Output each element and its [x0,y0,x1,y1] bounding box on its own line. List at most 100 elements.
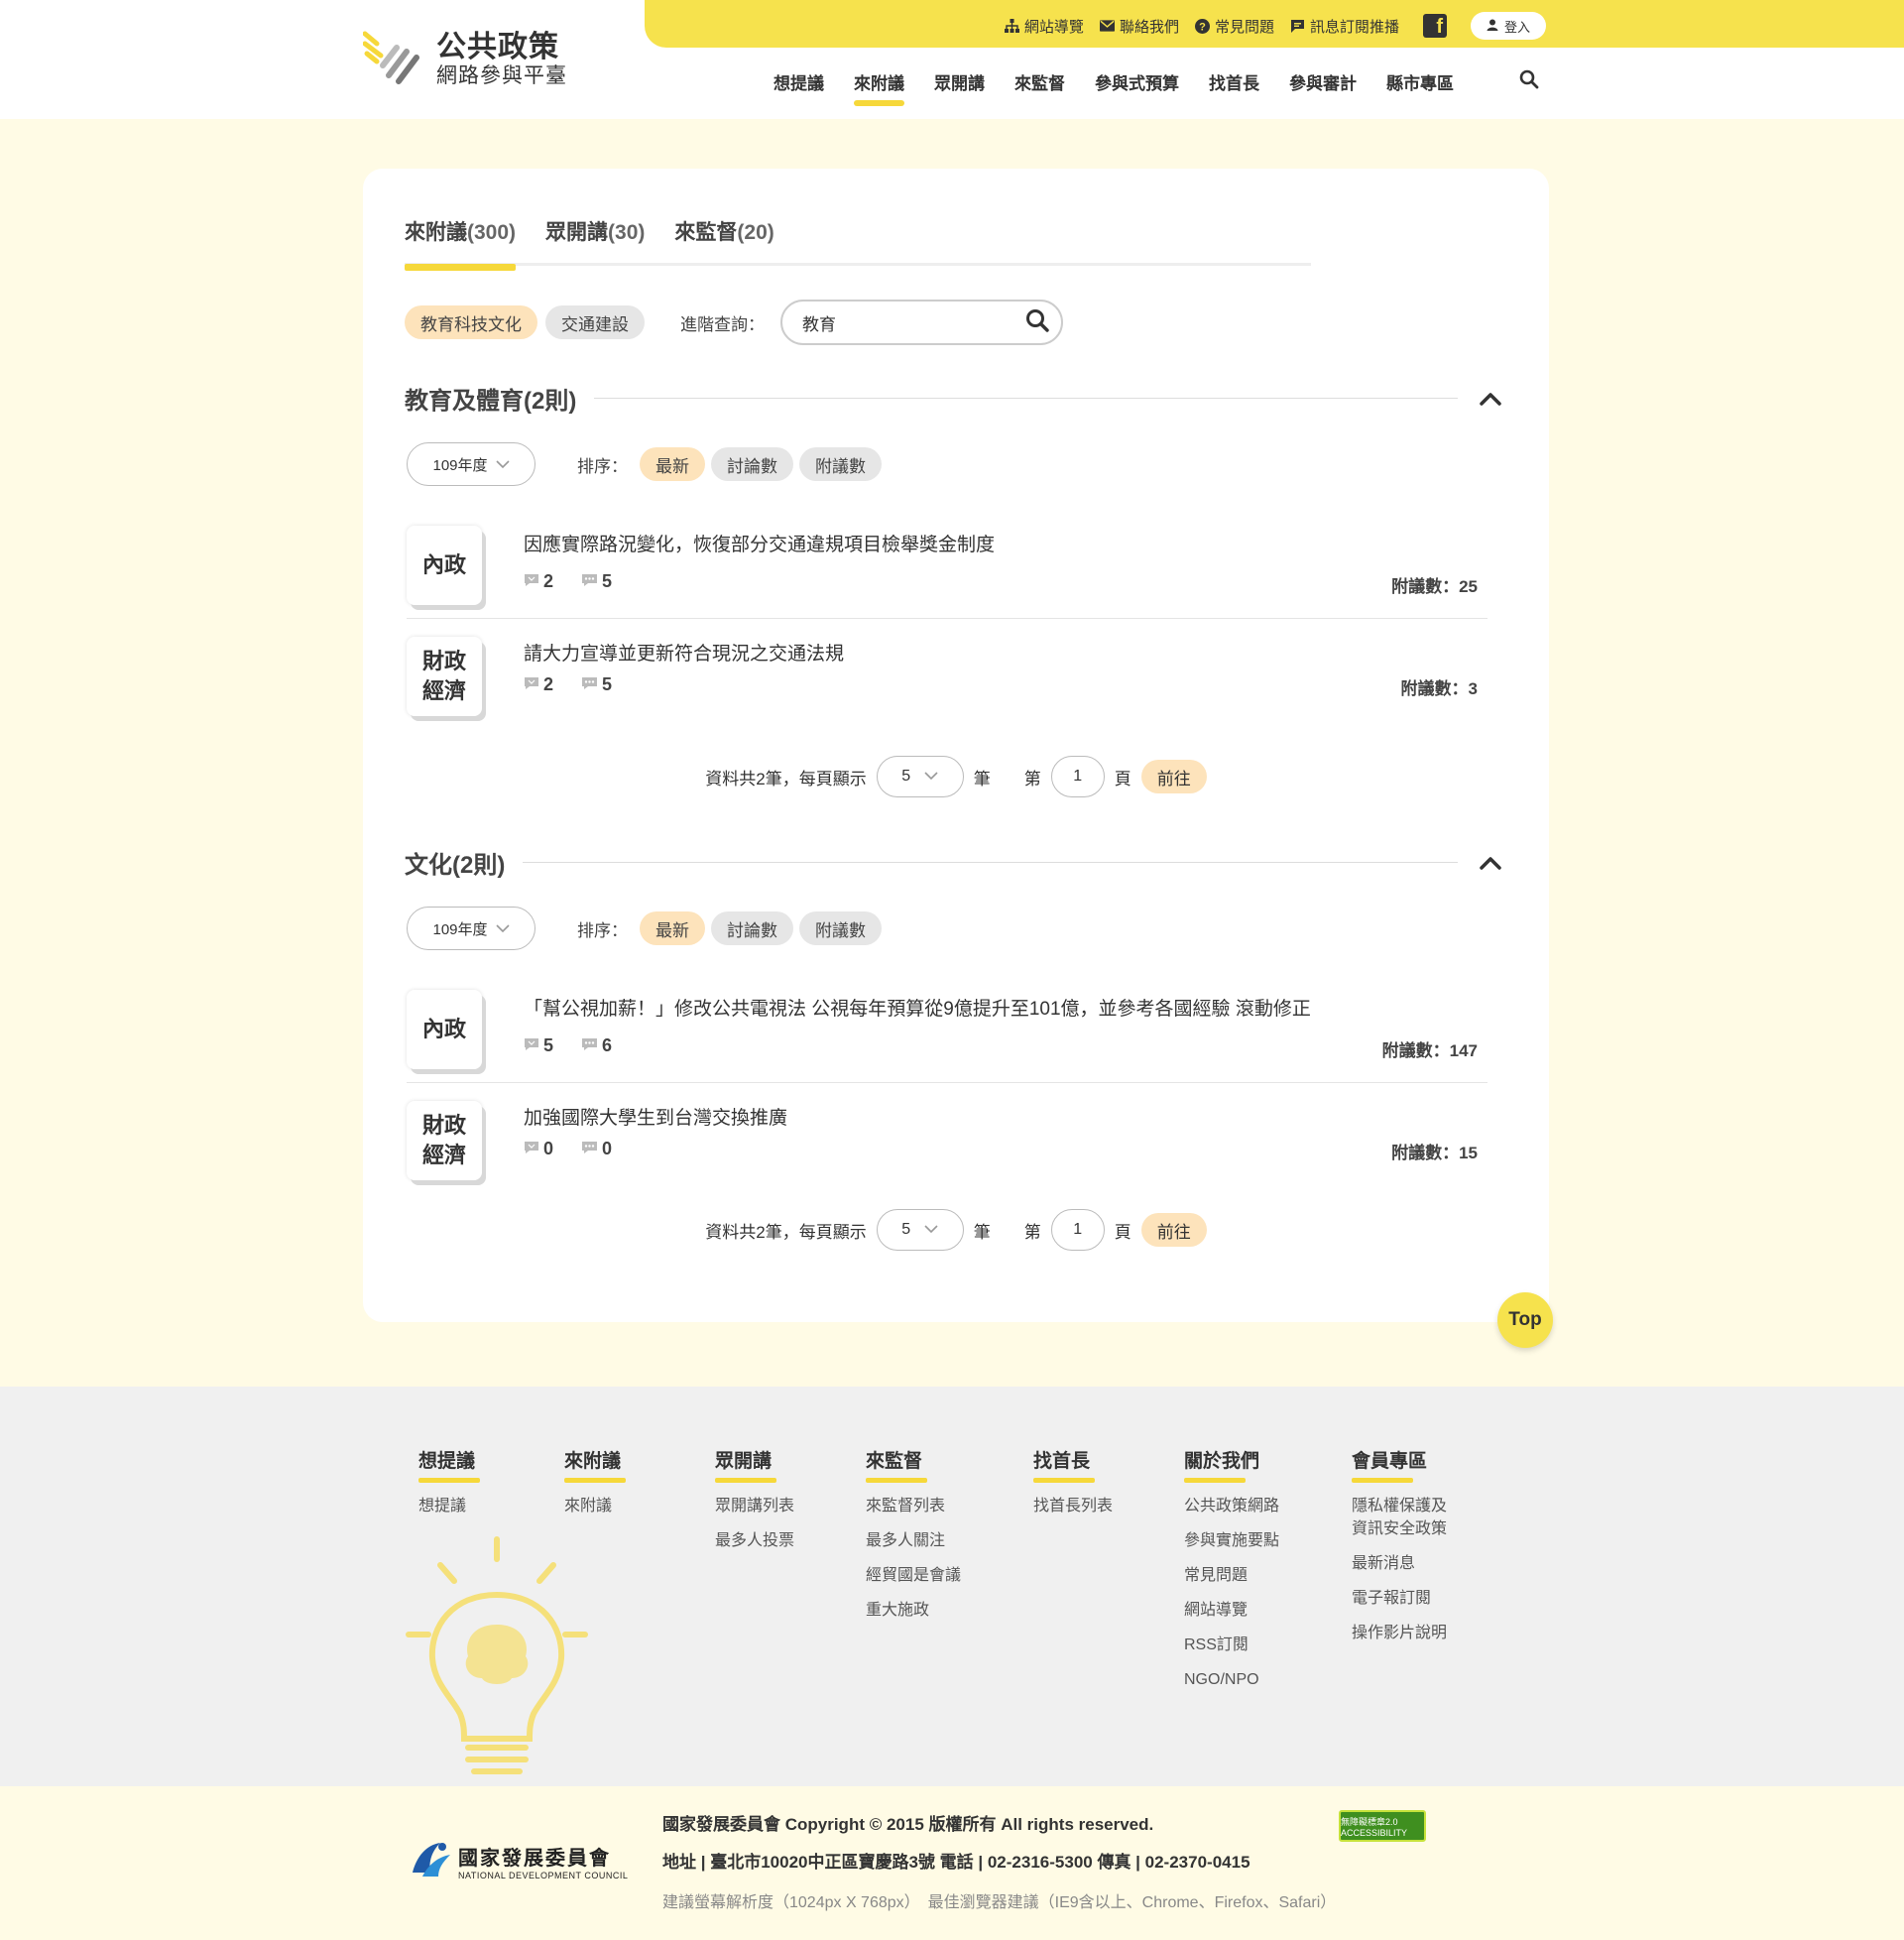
search-icon[interactable] [1519,69,1539,94]
message-icon [581,1139,598,1159]
go-button[interactable]: 前往 [1140,760,1207,793]
footer-link[interactable]: 重大施政 [866,1599,961,1622]
per-page-value: 5 [901,1221,911,1238]
utility-nav: 網站導覽 聯絡我們 ? 常見問題 訊息訂閱推播 f 登入 [1004,12,1546,40]
tab-supervise[interactable]: 來監督(20) [674,216,774,266]
go-button[interactable]: 前往 [1140,1213,1207,1247]
sort-label: 排序： [577,920,628,940]
tab-endorse[interactable]: 來附議(300) [405,216,517,271]
nav-item-audit[interactable]: 參與審計 [1289,69,1357,104]
list-item[interactable]: 內政 「幫公視加薪！」修改公共電視法 公視每年預算從9億提升至101億，並參考各… [407,980,1488,1083]
footer-col-about: 關於我們 公共政策網路 參與實施要點 常見問題 網站導覽 RSS訂閱 NGO/N… [1184,1446,1279,1700]
filter-chip-transportation[interactable]: 交通建設 [545,305,645,339]
endorsement-count: 附議數：15 [1391,1144,1478,1162]
filter-chip-education-tech-culture[interactable]: 教育科技文化 [405,305,537,339]
item-title[interactable]: 請大力宣導並更新符合現況之交通法規 [524,639,844,666]
util-link-label: 訊息訂閱推播 [1309,18,1399,36]
sort-row: 109年度 排序： 最新 討論數 附議數 [407,907,882,950]
footer-link[interactable]: 眾開講列表 [715,1495,794,1517]
tab-discuss[interactable]: 眾開講(30) [545,216,645,266]
logo-title: 公共政策 [436,30,559,63]
nav-item-discuss[interactable]: 眾開講 [934,69,985,104]
item-title[interactable]: 「幫公視加薪！」修改公共電視法 公視每年預算從9億提升至101億，並參考各國經驗… [524,994,1311,1021]
footer-link[interactable]: 找首長列表 [1033,1495,1113,1517]
list-item[interactable]: 財政經濟 請大力宣導並更新符合現況之交通法規 2 5 附議數：3 [407,629,1488,728]
footer-link[interactable]: RSS訂閱 [1184,1634,1279,1656]
advanced-search-box [780,300,1063,345]
footer-link[interactable]: 來監督列表 [866,1495,961,1517]
footer-link[interactable]: 最多人投票 [715,1529,794,1552]
comment-stat: 5 [524,1035,553,1056]
util-link-contact[interactable]: 聯絡我們 [1099,16,1179,37]
footer-link[interactable]: 來附議 [564,1495,621,1517]
footer-col-discuss: 眾開講 眾開講列表 最多人投票 [715,1446,794,1561]
sort-endorsements[interactable]: 附議數 [799,911,882,945]
pagination: 資料共2筆，每頁顯示 5 筆 第 1 頁 前往 [363,756,1549,797]
util-link-sitemap[interactable]: 網站導覽 [1004,16,1084,37]
per-page-select[interactable]: 5 [876,756,964,797]
accessibility-badge[interactable]: 無障礙標章2.0 ACCESSIBILITY [1339,1810,1426,1842]
util-link-subscribe[interactable]: 訊息訂閱推播 [1290,16,1399,37]
section-divider [594,398,1458,399]
facebook-icon[interactable]: f [1422,14,1447,38]
footer-link[interactable]: 公共政策網路 [1184,1495,1279,1517]
item-title[interactable]: 因應實際路況變化，恢復部分交通違規項目檢舉獎金制度 [524,530,995,556]
year-select[interactable]: 109年度 [407,907,536,950]
footer-link[interactable]: 網站導覽 [1184,1599,1279,1622]
per-page-select[interactable]: 5 [876,1209,964,1251]
footer-link[interactable]: 最多人關注 [866,1529,961,1552]
list-item[interactable]: 財政經濟 加強國際大學生到台灣交換推廣 0 0 附議數：15 [407,1093,1488,1192]
nav-item-endorse[interactable]: 來附議 [854,69,904,106]
footer-link[interactable]: 電子報訂閱 [1352,1587,1461,1610]
login-button[interactable]: 登入 [1470,12,1546,40]
footer-link[interactable]: 參與實施要點 [1184,1529,1279,1552]
sort-endorsements[interactable]: 附議數 [799,447,882,481]
nav-item-budget[interactable]: 參與式預算 [1095,69,1179,104]
site-logo[interactable]: 公共政策 網路參與平臺 [362,26,567,92]
item-title[interactable]: 加強國際大學生到台灣交換推廣 [524,1103,787,1130]
collapse-chevron-up-icon[interactable] [1476,848,1505,878]
tab-label: 來監督 [674,221,738,244]
nav-item-propose[interactable]: 想提議 [774,69,824,104]
footer-link[interactable]: 想提議 [418,1495,475,1517]
list-item[interactable]: 內政 因應實際路況變化，恢復部分交通違規項目檢舉獎金制度 2 5 附議數：25 [407,516,1488,619]
item-stats: 2 5 [524,674,612,695]
sort-latest[interactable]: 最新 [640,447,705,481]
comment-count: 2 [543,571,554,591]
footer-link[interactable]: 經貿國是會議 [866,1564,961,1587]
address-text: 地址 | 臺北市10020中正區寶慶路3號 電話 | 02-2316-5300 … [662,1853,1250,1872]
collapse-chevron-up-icon[interactable] [1476,384,1505,414]
page-number-input[interactable]: 1 [1050,1209,1105,1251]
ndc-logo[interactable]: 國家發展委員會 NATIONAL DEVELOPMENT COUNCIL [409,1837,628,1885]
footer-col-endorse: 來附議 來附議 [564,1446,627,1526]
util-link-faq[interactable]: ? 常見問題 [1194,16,1274,37]
message-stat: 5 [581,674,612,695]
sort-latest[interactable]: 最新 [640,911,705,945]
footer-link[interactable]: NGO/NPO [1184,1668,1279,1691]
back-to-top-button[interactable]: Top [1497,1292,1553,1348]
year-select[interactable]: 109年度 [407,442,536,486]
pagination-summary: 資料共2筆，每頁顯示 [705,769,867,788]
footer-link[interactable]: 隱私權保護及資訊安全政策 [1352,1495,1461,1540]
util-link-label: 聯絡我們 [1119,18,1179,36]
section-title: 文化(2則) [405,852,506,879]
ndc-name-en: NATIONAL DEVELOPMENT COUNCIL [458,1871,629,1880]
sort-discussions[interactable]: 討論數 [711,911,793,945]
advanced-search-label: 進階查詢： [680,314,765,334]
sort-discussions[interactable]: 討論數 [711,447,793,481]
nav-item-leaders[interactable]: 找首長 [1209,69,1259,104]
page-number-input[interactable]: 1 [1050,756,1105,797]
pagination-page-prefix: 第 [1023,1222,1041,1242]
nav-item-county[interactable]: 縣市專區 [1386,69,1454,104]
pagination-unit: 筆 [973,769,991,788]
per-page-value: 5 [901,768,911,785]
footer-link[interactable]: 最新消息 [1352,1552,1461,1575]
footer-link[interactable]: 操作影片說明 [1352,1622,1461,1644]
endorsement-count: 附議數：25 [1391,577,1478,596]
advanced-search-input[interactable] [802,312,1025,332]
nav-item-supervise[interactable]: 來監督 [1014,69,1065,104]
comment-icon [524,571,539,592]
search-icon[interactable] [1025,308,1049,337]
comment-stat: 2 [524,571,553,592]
footer-link[interactable]: 常見問題 [1184,1564,1279,1587]
